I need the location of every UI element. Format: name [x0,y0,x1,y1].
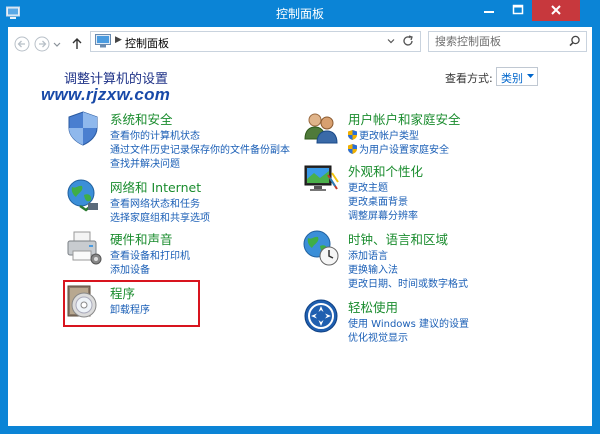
link-change-theme[interactable]: 更改主题 [348,179,388,194]
back-arrow-icon[interactable] [14,34,30,54]
search-box[interactable] [428,31,587,52]
view-by-value: 类别 [501,72,523,85]
category-appearance: 外观和个性化 更改主题 更改桌面背景 调整屏幕分辨率 [302,161,562,222]
category-system-and-security: 系统和安全 查看你的计算机状态 通过文件历史记录保存你的文件备份副本 查找并解决… [64,109,304,171]
shield-security-icon[interactable] [64,109,102,147]
link-add-language[interactable]: 添加语言 [348,247,388,262]
highlight-box [63,280,200,327]
breadcrumb-control-panel[interactable]: 控制面板 [125,35,169,51]
monitor-paint-icon[interactable] [302,161,340,199]
control-panel-window: 控制面板 ▶ 控制面板 搜索控制面板 调整计算机的设置 www.rjzxw.co… [0,0,600,434]
up-arrow-icon[interactable] [70,34,84,54]
uac-shield-icon [348,130,357,140]
category-title[interactable]: 用户帐户和家庭安全 [348,109,461,128]
link-troubleshoot[interactable]: 查找并解决问题 [110,155,180,170]
watermark-text: www.rjzxw.com [41,85,171,104]
category-clock-language-region: 时钟、语言和区域 添加语言 更换输入法 更改日期、时间或数字格式 [302,229,562,290]
link-add-device[interactable]: 添加设备 [110,261,150,276]
category-title[interactable]: 网络和 Internet [110,177,201,196]
category-ease-of-access: 轻松使用 使用 Windows 建议的设置 优化视觉显示 [302,297,562,344]
breadcrumb-separator-icon[interactable]: ▶ [115,35,122,45]
link-network-status[interactable]: 查看网络状态和任务 [110,195,200,210]
minimize-icon [484,11,494,13]
maximize-button[interactable] [504,0,532,21]
link-change-desktop-background[interactable]: 更改桌面背景 [348,193,408,208]
link-optimize-visual-display[interactable]: 优化视觉显示 [348,329,408,344]
category-title[interactable]: 硬件和声音 [110,229,173,248]
users-icon[interactable] [302,109,340,147]
link-text: 为用户设置家庭安全 [359,145,449,156]
link-change-date-time-format[interactable]: 更改日期、时间或数字格式 [348,275,468,290]
link-change-account-type[interactable]: 更改帐户类型 [348,127,419,142]
link-file-history-backup[interactable]: 通过文件历史记录保存你的文件备份副本 [110,141,290,156]
control-panel-icon [95,34,111,48]
link-homegroup-sharing[interactable]: 选择家庭组和共享选项 [110,209,210,224]
maximize-icon [512,4,524,15]
category-user-accounts: 用户帐户和家庭安全 更改帐户类型 为用户设置家庭安全 [302,109,562,159]
refresh-icon[interactable] [401,34,415,48]
chevron-down-icon [527,74,534,78]
category-network-and-internet: 网络和 Internet 查看网络状态和任务 选择家庭组和共享选项 [64,177,304,224]
close-button[interactable] [532,0,580,21]
category-title[interactable]: 系统和安全 [110,109,173,128]
view-by-dropdown[interactable]: 类别 [496,67,538,86]
view-by-label: 查看方式: [445,72,493,85]
category-title[interactable]: 外观和个性化 [348,161,423,180]
content-area: ▶ 控制面板 调整计算机的设置 www.rjzxw.com 查看方式: 类别 [8,27,592,426]
recent-pages-dropdown-icon[interactable] [52,34,62,54]
printer-icon[interactable] [64,229,102,267]
address-bar[interactable]: ▶ 控制面板 [90,31,421,52]
uac-shield-icon [348,144,357,154]
link-adjust-resolution[interactable]: 调整屏幕分辨率 [348,207,418,222]
category-hardware-and-sound: 硬件和声音 查看设备和打印机 添加设备 [64,229,304,276]
link-view-computer-status[interactable]: 查看你的计算机状态 [110,127,200,142]
search-input[interactable] [435,34,560,48]
globe-clock-icon[interactable] [302,229,340,267]
ease-of-access-icon[interactable] [302,297,340,335]
link-change-input-method[interactable]: 更换输入法 [348,261,398,276]
network-globe-icon[interactable] [64,177,102,215]
category-title[interactable]: 时钟、语言和区域 [348,229,448,248]
link-devices-printers[interactable]: 查看设备和打印机 [110,247,190,262]
search-icon[interactable] [569,35,581,47]
title-bar[interactable]: 控制面板 [0,0,600,27]
address-dropdown-icon[interactable] [384,34,398,48]
minimize-button[interactable] [474,0,504,21]
category-title[interactable]: 轻松使用 [348,297,398,316]
link-family-safety[interactable]: 为用户设置家庭安全 [348,141,449,156]
close-icon [551,5,561,15]
forward-arrow-icon[interactable] [34,34,50,54]
link-windows-recommended-settings[interactable]: 使用 Windows 建议的设置 [348,315,469,330]
